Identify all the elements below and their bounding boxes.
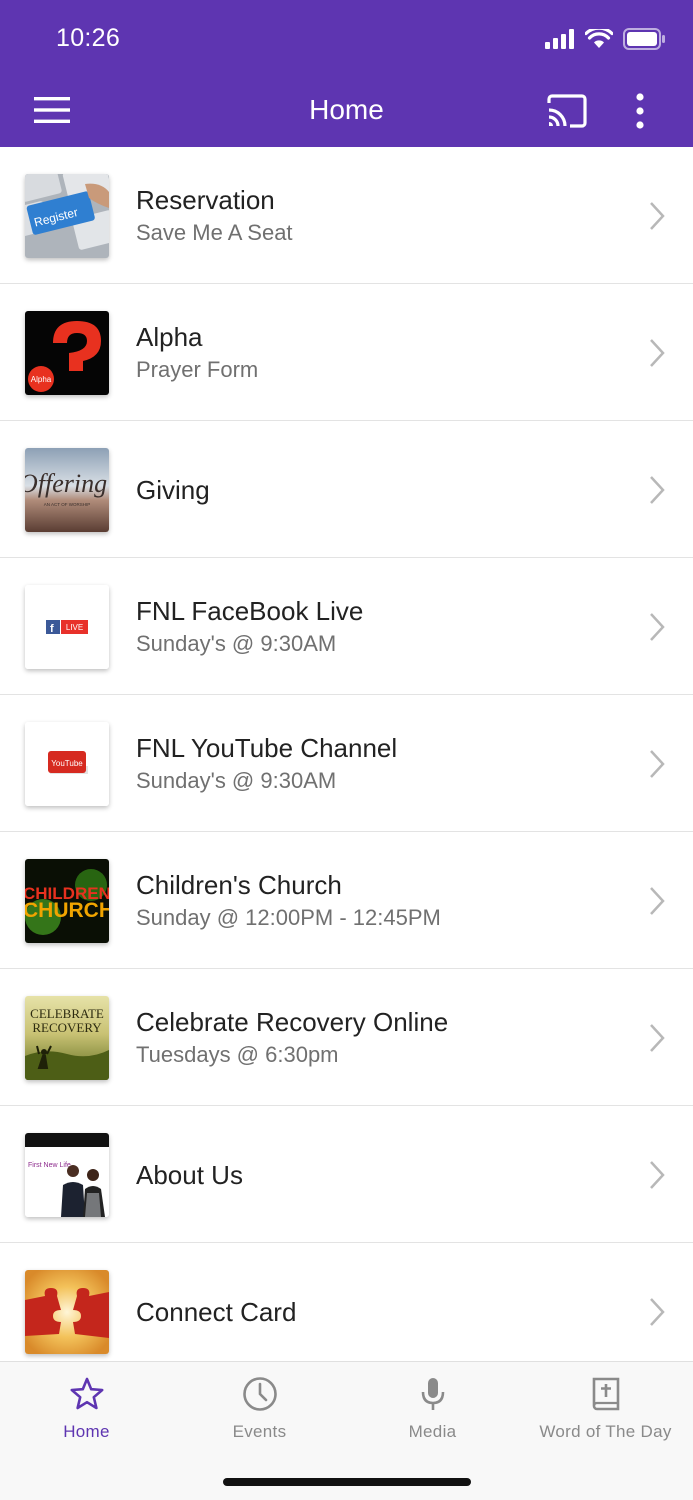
item-title: Connect Card (136, 1297, 297, 1327)
bible-icon (592, 1377, 619, 1411)
chevron-right-icon (650, 1024, 665, 1052)
celebrate-recovery-thumbnail: CELEBRATE RECOVERY (25, 996, 109, 1080)
star-icon (70, 1377, 103, 1410)
thumb-offering-subtext: AN ACT OF WORSHIP (44, 502, 90, 507)
cast-button[interactable] (546, 94, 588, 128)
tab-label: Media (408, 1422, 457, 1441)
item-title: About Us (136, 1160, 243, 1190)
cast-icon (547, 94, 587, 128)
item-title: Giving (136, 475, 210, 505)
microphone-icon (421, 1378, 444, 1410)
youtube-thumbnail: YouTube (25, 722, 109, 806)
chevron-right-icon (650, 750, 665, 778)
connect-card-thumbnail (25, 1270, 109, 1354)
tab-events[interactable]: Events (173, 1362, 346, 1462)
clock-icon (242, 1377, 277, 1411)
item-title: Children's Church (136, 870, 342, 900)
chevron-right-icon (650, 202, 665, 230)
page-title: Home (309, 94, 384, 125)
list-item-facebook-live[interactable]: f LIVE FNL FaceBook Live Sunday's @ 9:30… (0, 558, 693, 695)
item-subtitle: Prayer Form (136, 357, 259, 382)
status-time: 10:26 (56, 24, 121, 52)
tab-label: Events (232, 1422, 287, 1441)
thumb-recovery-text: RECOVERY (32, 1020, 102, 1035)
tab-media[interactable]: Media (346, 1362, 519, 1462)
thumb-youtube-text: YouTube (51, 759, 83, 768)
home-list: Register Reservation Save Me A Seat Alph… (0, 147, 693, 1361)
home-indicator (223, 1478, 471, 1486)
childrens-church-thumbnail: CHILDRENS CHURCH (25, 859, 109, 943)
item-subtitle: Sunday's @ 9:30AM (136, 768, 337, 793)
svg-text:f: f (50, 623, 54, 635)
battery-icon (623, 28, 665, 50)
list-item-childrens-church[interactable]: CHILDRENS CHURCH Children's Church Sunda… (0, 832, 693, 969)
item-title: FNL FaceBook Live (136, 596, 364, 626)
list-item-alpha[interactable]: Alpha Alpha Prayer Form (0, 284, 693, 421)
chevron-right-icon (650, 339, 665, 367)
about-us-thumbnail: First New Life (25, 1133, 109, 1217)
list-item-giving[interactable]: Offering AN ACT OF WORSHIP Giving (0, 421, 693, 558)
facebook-live-thumbnail: f LIVE (25, 585, 109, 669)
item-title: FNL YouTube Channel (136, 733, 398, 763)
thumb-live-text: LIVE (66, 623, 83, 632)
thumb-celebrate-text: CELEBRATE (30, 1006, 104, 1021)
more-options-button[interactable] (626, 92, 654, 130)
list-item-about-us[interactable]: First New Life About Us (0, 1106, 693, 1243)
giving-thumbnail: Offering AN ACT OF WORSHIP (25, 448, 109, 532)
status-icons (545, 26, 665, 52)
more-vertical-icon (636, 93, 644, 129)
tab-label: Word of The Day (539, 1422, 672, 1441)
chevron-right-icon (650, 476, 665, 504)
chevron-right-icon (650, 1298, 665, 1326)
list-item-celebrate-recovery[interactable]: CELEBRATE RECOVERY Celebrate Recovery On… (0, 969, 693, 1106)
tab-label: Home (63, 1422, 110, 1441)
thumb-offering-text: Offering (25, 469, 107, 498)
chevron-right-icon (650, 613, 665, 641)
reservation-thumbnail: Register (25, 174, 109, 258)
item-subtitle: Tuesdays @ 6:30pm (136, 1042, 339, 1067)
list-item-reservation[interactable]: Register Reservation Save Me A Seat (0, 147, 693, 284)
item-title: Celebrate Recovery Online (136, 1007, 449, 1037)
list-item-youtube-channel[interactable]: YouTube FNL YouTube Channel Sunday's @ 9… (0, 695, 693, 832)
chevron-right-icon (650, 1161, 665, 1189)
chevron-right-icon (650, 887, 665, 915)
item-title: Reservation (136, 185, 275, 215)
alpha-thumbnail: Alpha (25, 311, 109, 395)
tab-home[interactable]: Home (0, 1362, 173, 1462)
thumb-alpha-text: Alpha (31, 375, 52, 384)
item-subtitle: Sunday's @ 9:30AM (136, 631, 337, 656)
item-subtitle: Save Me A Seat (136, 220, 293, 245)
thumb-church-text: CHURCH (25, 899, 109, 922)
app-header: 10:26 Home (0, 0, 693, 147)
thumb-first-new-life-text: First New Life (28, 1162, 71, 1169)
wifi-icon (585, 29, 613, 48)
item-title: Alpha (136, 322, 203, 352)
list-item-connect-card[interactable]: Connect Card (0, 1243, 693, 1361)
signal-icon (545, 29, 574, 49)
tab-word-of-the-day[interactable]: Word of The Day (519, 1362, 692, 1462)
item-subtitle: Sunday @ 12:00PM - 12:45PM (136, 905, 441, 930)
